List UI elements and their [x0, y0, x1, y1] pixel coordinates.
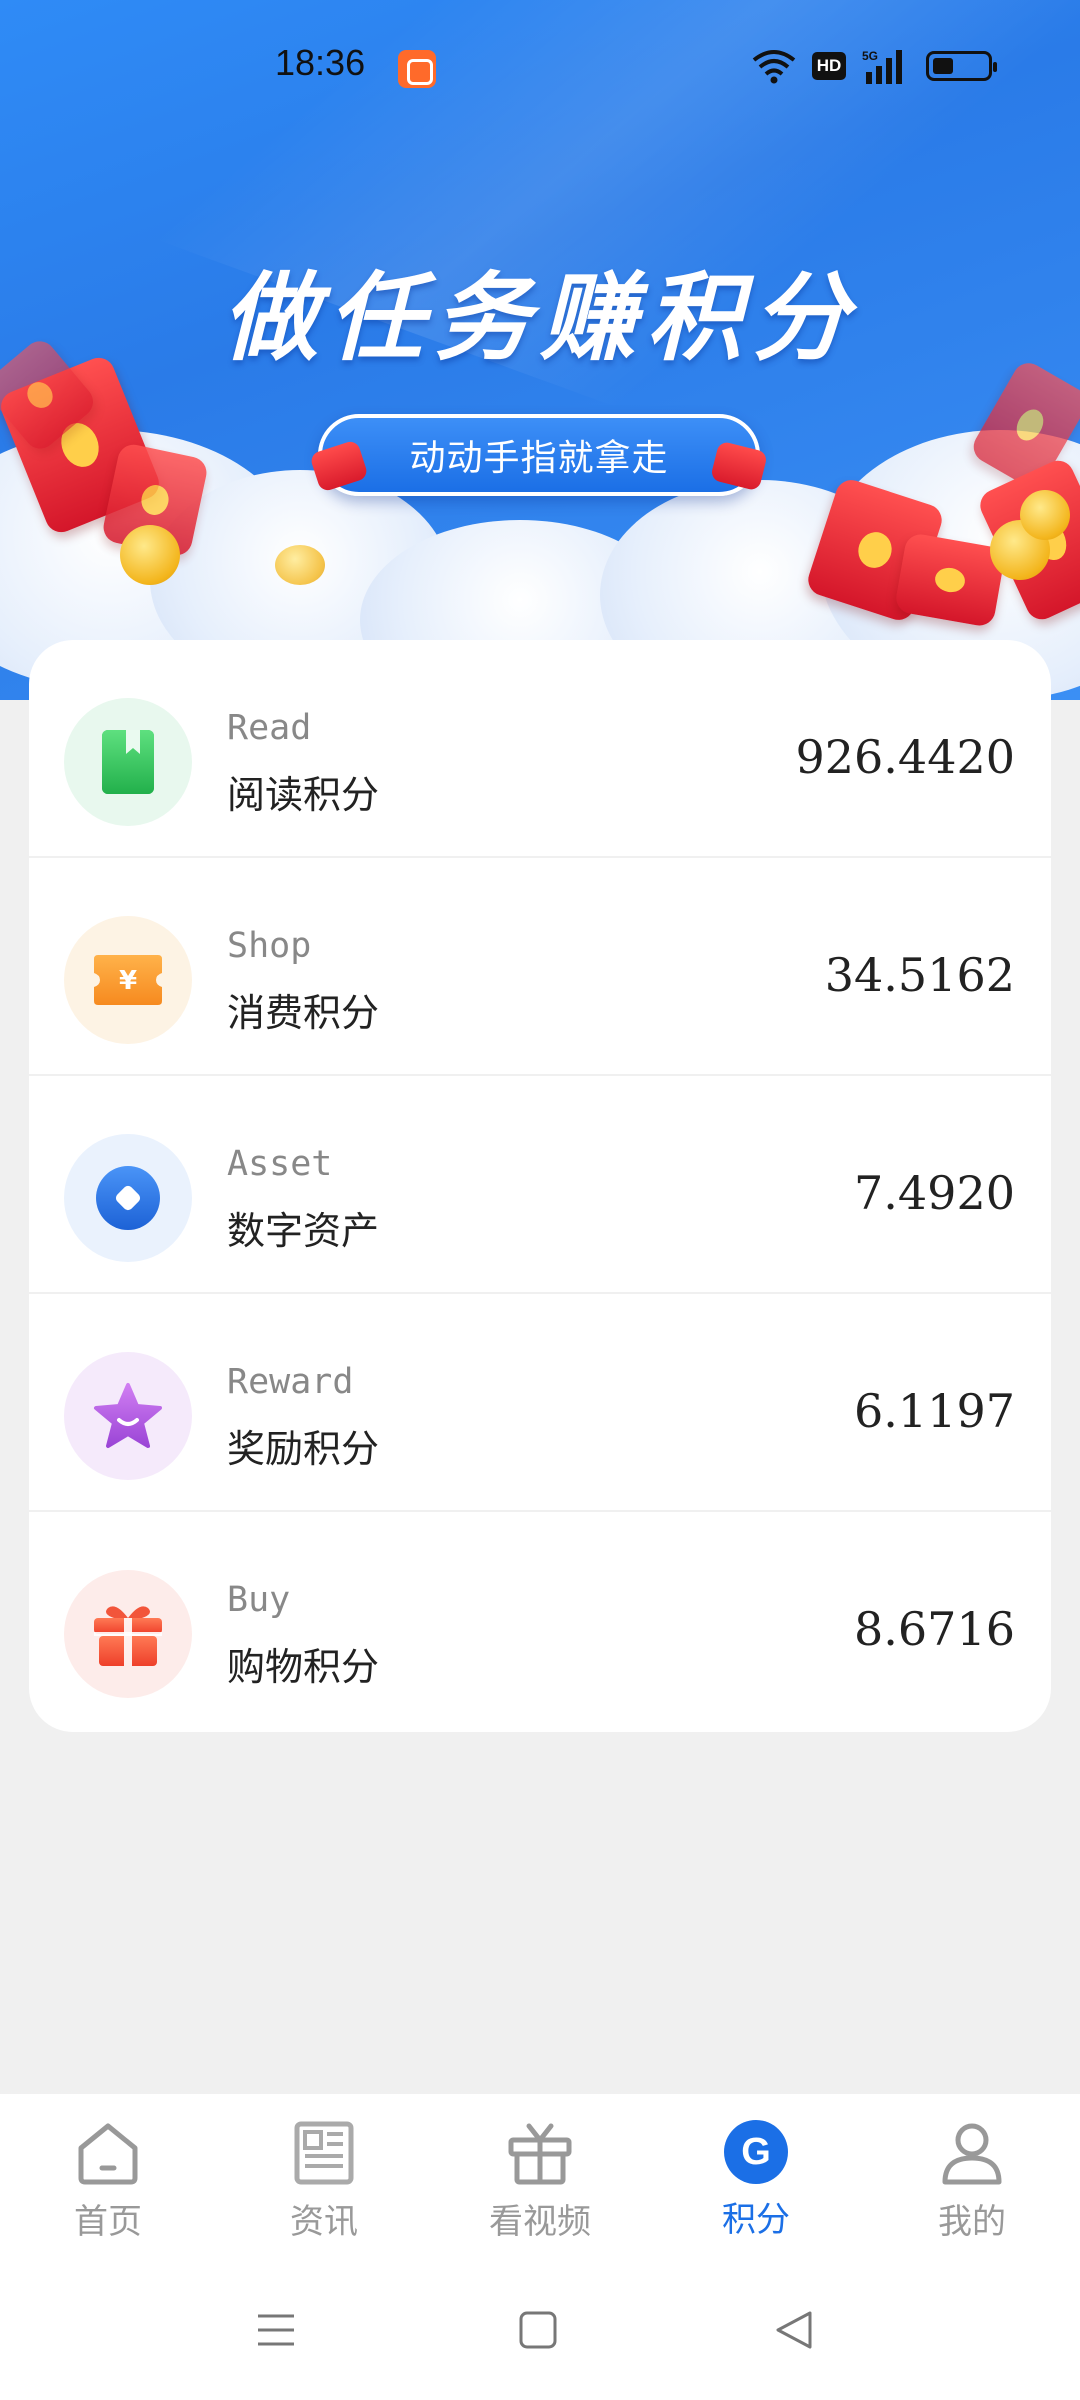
red-packet-icon: [709, 440, 769, 492]
nav-item-home[interactable]: 首页: [0, 2094, 216, 2260]
status-time: 18:36: [275, 42, 366, 83]
nav-item-video[interactable]: 看视频: [432, 2094, 648, 2260]
points-type-en: Read: [227, 708, 312, 748]
points-row-buy[interactable]: Buy 购物积分 8.6716: [29, 1512, 1051, 1730]
coin-decoration: [1020, 490, 1070, 540]
points-type-en: Reward: [227, 1362, 354, 1402]
icon-circle: [64, 1352, 192, 1480]
nav-label: 我的: [938, 2202, 1006, 2242]
points-type-cn: 消费积分: [227, 991, 380, 1035]
points-type-cn: 奖励积分: [227, 1427, 380, 1471]
points-value: 6.1197: [854, 1384, 1015, 1438]
points-row-reward[interactable]: Reward 奖励积分 6.1197: [29, 1294, 1051, 1512]
status-icons: HD 5G: [752, 48, 997, 84]
bottom-nav: 首页 资讯 看视频 G 积分 我的: [0, 2094, 1080, 2260]
gift-box-icon: [508, 2123, 572, 2185]
nav-label: 积分: [722, 2200, 790, 2240]
banner[interactable]: 18:36 HD 5G 做任务赚积分 动动手指就拿走: [0, 0, 1080, 700]
nav-label: 首页: [74, 2202, 142, 2242]
nav-label: 看视频: [489, 2202, 591, 2242]
profile-icon: [942, 2123, 1002, 2185]
banner-title: 做任务赚积分: [222, 262, 858, 374]
points-row-shop[interactable]: ¥ Shop 消费积分 34.5162: [29, 858, 1051, 1076]
menu-icon[interactable]: [256, 2310, 296, 2350]
nav-item-news[interactable]: 资讯: [216, 2094, 432, 2260]
hd-icon: HD: [812, 52, 846, 80]
points-type-en: Shop: [227, 926, 312, 966]
banner-pill-button[interactable]: 动动手指就拿走: [309, 414, 769, 496]
points-card: Read 阅读积分 926.4420 ¥ Shop 消费积分 34.5162 A…: [29, 640, 1051, 1732]
nav-item-points[interactable]: G 积分: [648, 2094, 864, 2260]
points-type-en: Buy: [227, 1580, 291, 1620]
back-icon[interactable]: [774, 2310, 814, 2350]
gift-icon: [94, 1606, 162, 1666]
svg-text:5G: 5G: [862, 49, 878, 63]
signal-5g-icon: 5G: [862, 49, 902, 84]
red-packet-icon: [309, 439, 369, 493]
icon-circle: [64, 698, 192, 826]
points-row-asset[interactable]: Asset 数字资产 7.4920: [29, 1076, 1051, 1294]
points-type-cn: 阅读积分: [227, 773, 380, 817]
status-bar: 18:36 HD 5G: [0, 0, 1080, 135]
wifi-icon: [752, 50, 796, 84]
svg-text:¥: ¥: [119, 966, 137, 996]
nav-label: 资讯: [290, 2202, 358, 2242]
points-value: 7.4920: [854, 1166, 1015, 1220]
coin-decoration: [275, 545, 325, 585]
points-type-cn: 数字资产: [227, 1209, 380, 1253]
icon-circle: [64, 1570, 192, 1698]
ticket-icon: ¥: [94, 955, 162, 1005]
system-nav-bar: [0, 2260, 1080, 2400]
coin-decoration: [120, 525, 180, 585]
points-g-icon: G: [724, 2120, 788, 2184]
icon-circle: [64, 1134, 192, 1262]
battery-icon: [926, 51, 997, 81]
app-notification-icon: [398, 50, 436, 88]
points-type-en: Asset: [227, 1144, 333, 1184]
home-square-icon[interactable]: [518, 2310, 558, 2350]
points-value: 34.5162: [824, 948, 1015, 1002]
points-value: 8.6716: [854, 1602, 1015, 1656]
bookmark-icon: [102, 730, 154, 794]
points-value: 926.4420: [795, 730, 1016, 784]
star-icon: [94, 1383, 162, 1448]
points-type-cn: 购物积分: [227, 1645, 380, 1689]
icon-circle: ¥: [64, 916, 192, 1044]
news-icon: [294, 2121, 354, 2185]
nav-item-profile[interactable]: 我的: [864, 2094, 1080, 2260]
home-icon: [78, 2123, 138, 2185]
asset-icon: [96, 1166, 160, 1230]
banner-pill-label: 动动手指就拿走: [409, 438, 669, 479]
points-row-read[interactable]: Read 阅读积分 926.4420: [29, 640, 1051, 858]
